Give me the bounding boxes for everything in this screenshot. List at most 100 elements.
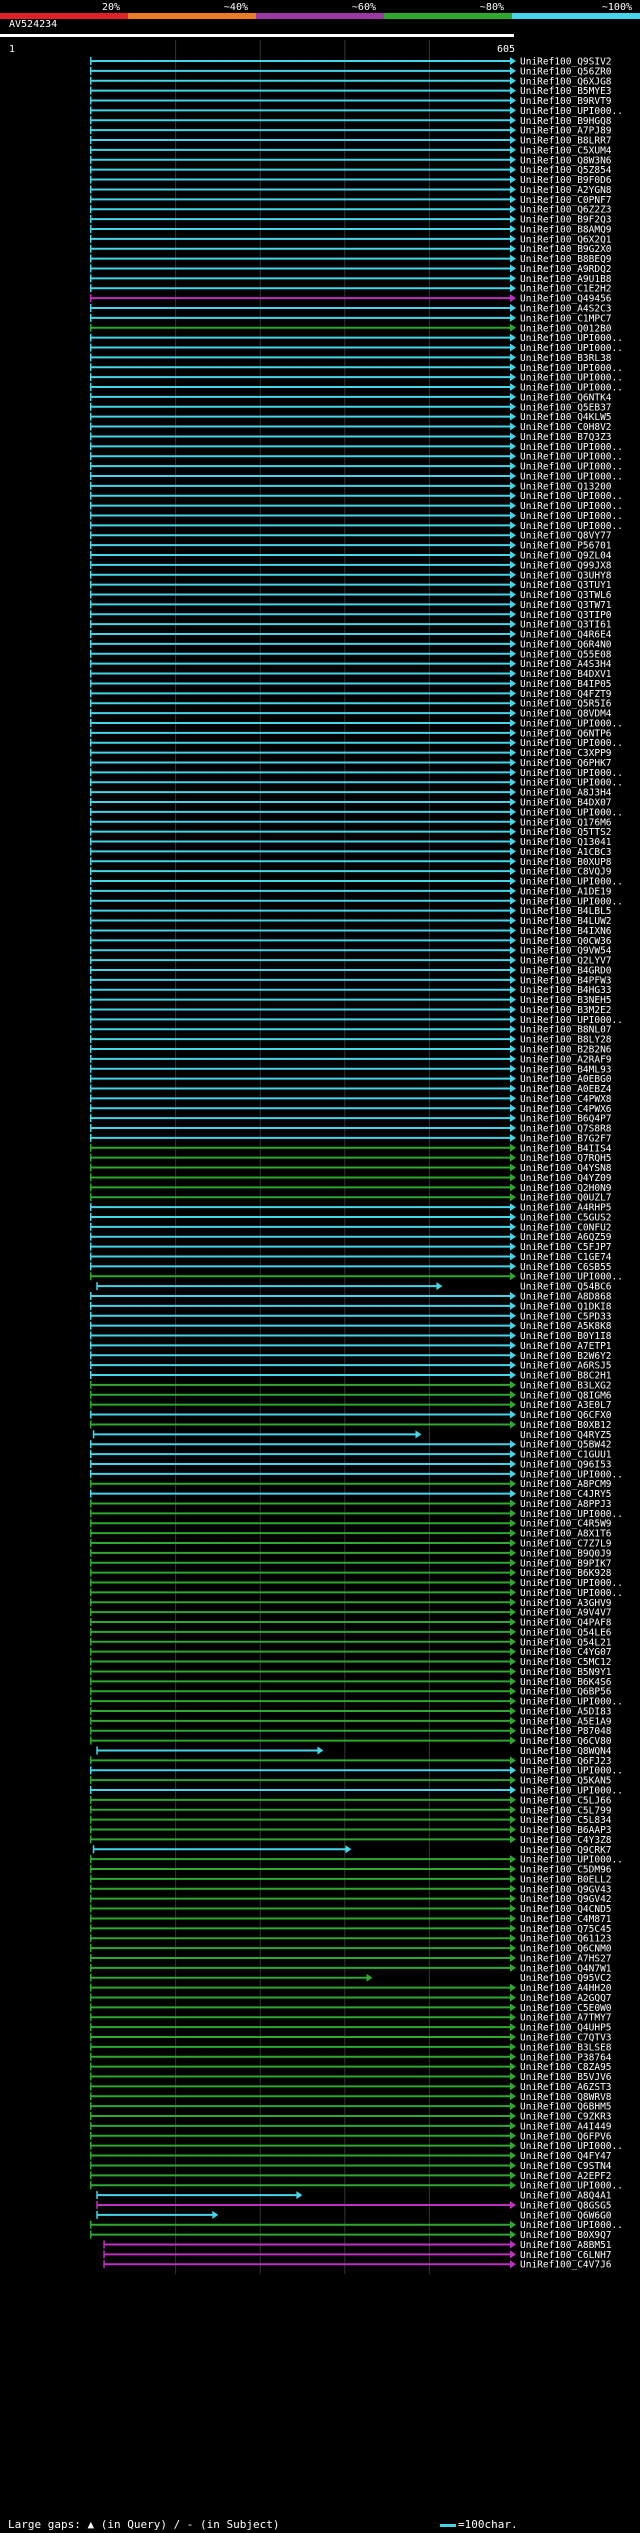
hit-arrow (317, 1746, 324, 1755)
hit-arrow (510, 136, 516, 145)
hit-arrow (510, 1351, 516, 1360)
hit-arrow (510, 2181, 516, 2190)
hit-arrow (510, 788, 516, 797)
hit-arrow (510, 1865, 516, 1874)
hit-arrow (510, 2151, 516, 2160)
hit-arrow (510, 916, 516, 925)
hit-arrow (510, 1292, 516, 1300)
hit-arrow (510, 679, 516, 688)
hit-arrow (510, 234, 516, 243)
hit-arrow (510, 2141, 516, 2150)
hit-arrow (510, 975, 516, 984)
hit-arrow (510, 600, 516, 609)
hit-arrow (510, 1637, 516, 1646)
hit-arrow (510, 649, 516, 658)
hit-arrow (510, 1380, 516, 1389)
hit-arrow (510, 1983, 516, 1992)
hit-arrow (510, 541, 516, 550)
scale-legend: =100char. (440, 2518, 518, 2531)
hit-arrow (510, 847, 516, 856)
hit-arrow (510, 2171, 516, 2180)
hit-arrow (510, 1084, 516, 1093)
hit-arrow (510, 1440, 516, 1449)
hit-arrow (510, 560, 516, 569)
hit-arrow (510, 1677, 516, 1686)
hit-arrow (510, 1627, 516, 1636)
hit-arrow (510, 1914, 516, 1923)
hit-arrow (510, 936, 516, 945)
hit-arrow (510, 689, 516, 698)
hit-arrow (510, 1410, 516, 1419)
hit-arrow (510, 1331, 516, 1340)
hit-arrow (510, 1301, 516, 1310)
hit-arrow (510, 1321, 516, 1330)
hit-arrow (510, 1568, 516, 1577)
alignment-chart: 1 605 UniRef100_Q9SIV2UniRef100_Q56ZR0Un… (0, 34, 623, 2275)
hit-arrow (510, 768, 516, 777)
hit-arrow (510, 491, 516, 500)
hit-arrow (510, 590, 516, 599)
hit-arrow (510, 926, 516, 935)
hit-arrow (510, 1459, 516, 1468)
hit-arrow (510, 1420, 516, 1429)
hit-arrow (510, 639, 516, 648)
hit-arrow (510, 1529, 516, 1538)
hit-arrow (510, 1963, 516, 1972)
hit-arrow (510, 66, 516, 75)
hit-arrow (510, 432, 516, 441)
hit-arrow (510, 1756, 516, 1765)
hit-arrow (510, 402, 516, 411)
hit-arrow (510, 86, 516, 95)
hit-arrow (510, 1371, 516, 1380)
hit-arrow (510, 1608, 516, 1617)
hit-arrow (510, 610, 516, 619)
hit-arrow (510, 906, 516, 915)
hit-arrow (510, 274, 516, 283)
hit-arrow (510, 718, 516, 727)
hit-arrow (510, 392, 516, 401)
hit-arrow (366, 1973, 373, 1982)
hit-arrow (510, 1766, 516, 1775)
hit-arrow (510, 1163, 516, 1172)
hit-arrow (510, 1805, 516, 1814)
hit-arrow (510, 748, 516, 757)
hit-arrow (510, 1855, 516, 1864)
hit-arrow (510, 1726, 516, 1735)
hit-arrow (510, 1133, 516, 1142)
hit-arrow (510, 2052, 516, 2061)
hit-arrow (510, 798, 516, 806)
hit-arrow (510, 877, 516, 886)
hit-arrow (510, 2250, 516, 2259)
hit-arrow (212, 2210, 219, 2219)
hit-arrow (510, 1953, 516, 1962)
hit-arrow (510, 145, 516, 154)
hit-arrow (510, 462, 516, 471)
hit-arrow (510, 284, 516, 293)
hit-arrow (510, 620, 516, 629)
hit-arrow (510, 738, 516, 747)
hit-arrow (510, 1489, 516, 1498)
scale-line-icon (440, 2523, 456, 2527)
hit-arrow (510, 412, 516, 421)
hit-arrow (510, 1509, 516, 1518)
hit-arrow (510, 2230, 516, 2239)
hit-arrow (510, 2023, 516, 2032)
hit-arrow (510, 343, 516, 352)
hit-arrow (510, 2033, 516, 2041)
hit-arrow (510, 778, 516, 787)
hit-label[interactable]: UniRef100_C4V7J6 (520, 2260, 612, 2271)
hit-arrow (510, 57, 516, 65)
hit-arrow (510, 215, 516, 224)
hit-arrow (510, 758, 516, 767)
hit-arrow (510, 195, 516, 204)
hit-arrow (510, 1795, 516, 1804)
hit-arrow (510, 886, 516, 895)
hit-arrow (510, 323, 516, 332)
hit-arrow (510, 353, 516, 362)
hit-arrow (510, 1835, 516, 1844)
hit-arrow (510, 254, 516, 263)
hit-arrow (510, 96, 516, 105)
hit-arrow (296, 2191, 303, 2200)
hit-arrow (510, 1232, 516, 1241)
hit-arrow (510, 1618, 516, 1627)
